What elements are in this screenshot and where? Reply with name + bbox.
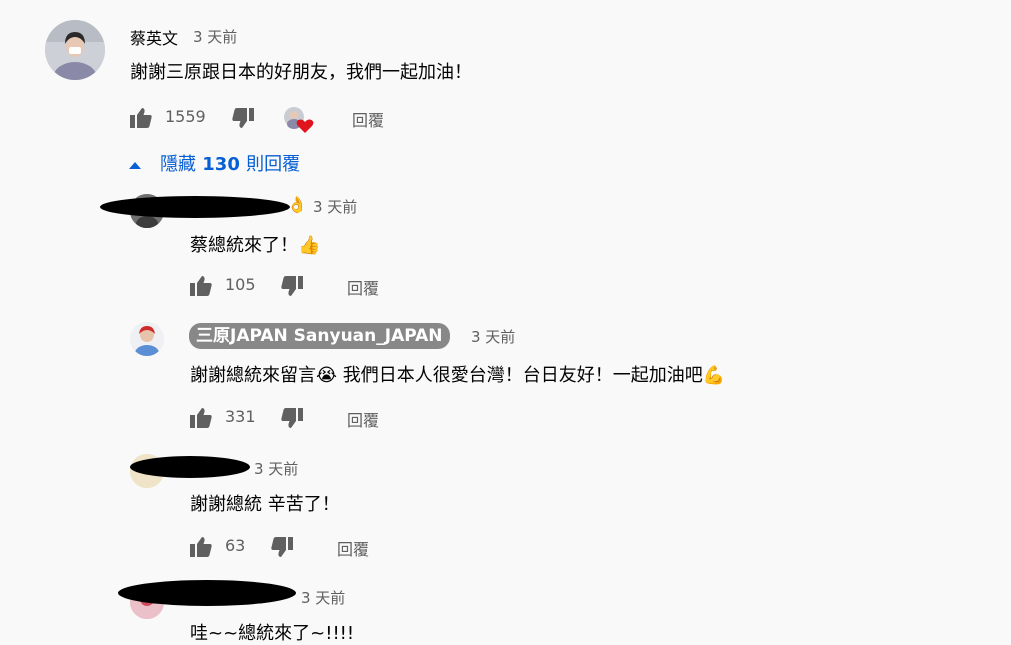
thumb-up-icon[interactable] [189, 407, 213, 429]
thumb-down-icon[interactable] [231, 107, 255, 129]
avatar-photo [45, 20, 105, 80]
like-count: 63 [225, 536, 246, 555]
reply-button[interactable]: 回覆 [347, 275, 379, 299]
reply-text: 謝謝總統來留言😭 我們日本人很愛台灣！台日友好！一起加油吧💪 [190, 361, 725, 387]
reply-text-continued: 我們日本人很愛台灣！台日友好！一起加油吧 [337, 365, 703, 386]
thumb-up-icon[interactable] [189, 275, 213, 297]
reply-text-content: 蔡總統來了！ [190, 235, 298, 256]
comment-author[interactable]: 蔡英文 [130, 25, 178, 49]
avatar[interactable] [45, 20, 105, 80]
comment-time[interactable]: 3 天前 [193, 26, 237, 47]
hide-replies-label: 隱藏 [160, 154, 196, 175]
thumb-up-icon[interactable] [129, 107, 153, 129]
reply-button[interactable]: 回覆 [347, 407, 379, 431]
author-emoji: 👌 [287, 195, 307, 214]
reply-time[interactable]: 3 天前 [313, 196, 357, 217]
hide-replies-suffix: 則回覆 [246, 154, 301, 175]
thumb-down-icon[interactable] [280, 275, 304, 297]
creator-heart-icon [283, 106, 315, 134]
channel-owner-badge[interactable]: 三原JAPAN Sanyuan_JAPAN [189, 323, 450, 349]
redacted-author [118, 580, 296, 606]
reply-text: 蔡總統來了！👍 [190, 231, 320, 257]
reply-avatar[interactable] [130, 322, 164, 356]
redacted-author [100, 196, 290, 218]
reply-time[interactable]: 3 天前 [471, 326, 515, 347]
chevron-up-icon [129, 162, 141, 169]
thumb-down-icon[interactable] [280, 407, 304, 429]
thumbs-up-emoji: 👍 [298, 235, 321, 256]
reply-button[interactable]: 回覆 [337, 536, 369, 560]
like-count: 1559 [165, 107, 206, 126]
thumb-down-icon[interactable] [270, 536, 294, 558]
crying-emoji: 😭 [316, 365, 338, 386]
hide-replies-toggle[interactable]: 隱藏 130 則回覆 [128, 150, 300, 176]
reply-button[interactable]: 回覆 [352, 107, 384, 131]
reply-text: 哇~~總統來了~!!!! [190, 623, 355, 644]
comment-text: 謝謝三原跟日本的好朋友，我們一起加油！ [130, 62, 472, 83]
reply-text: 謝謝總統 辛苦了！ [190, 494, 340, 515]
reply-time[interactable]: 3 天前 [254, 458, 298, 479]
reply-author: 三原JAPAN Sanyuan_JAPAN [196, 326, 443, 346]
like-count: 105 [225, 275, 256, 294]
redacted-author [130, 456, 250, 478]
thumb-up-icon[interactable] [189, 536, 213, 558]
reply-text-content: 謝謝總統來留言 [190, 365, 316, 386]
flexed-biceps-emoji: 💪 [702, 365, 726, 386]
reply-time[interactable]: 3 天前 [301, 587, 345, 608]
like-count: 331 [225, 407, 256, 426]
reply-count: 130 [202, 154, 240, 175]
